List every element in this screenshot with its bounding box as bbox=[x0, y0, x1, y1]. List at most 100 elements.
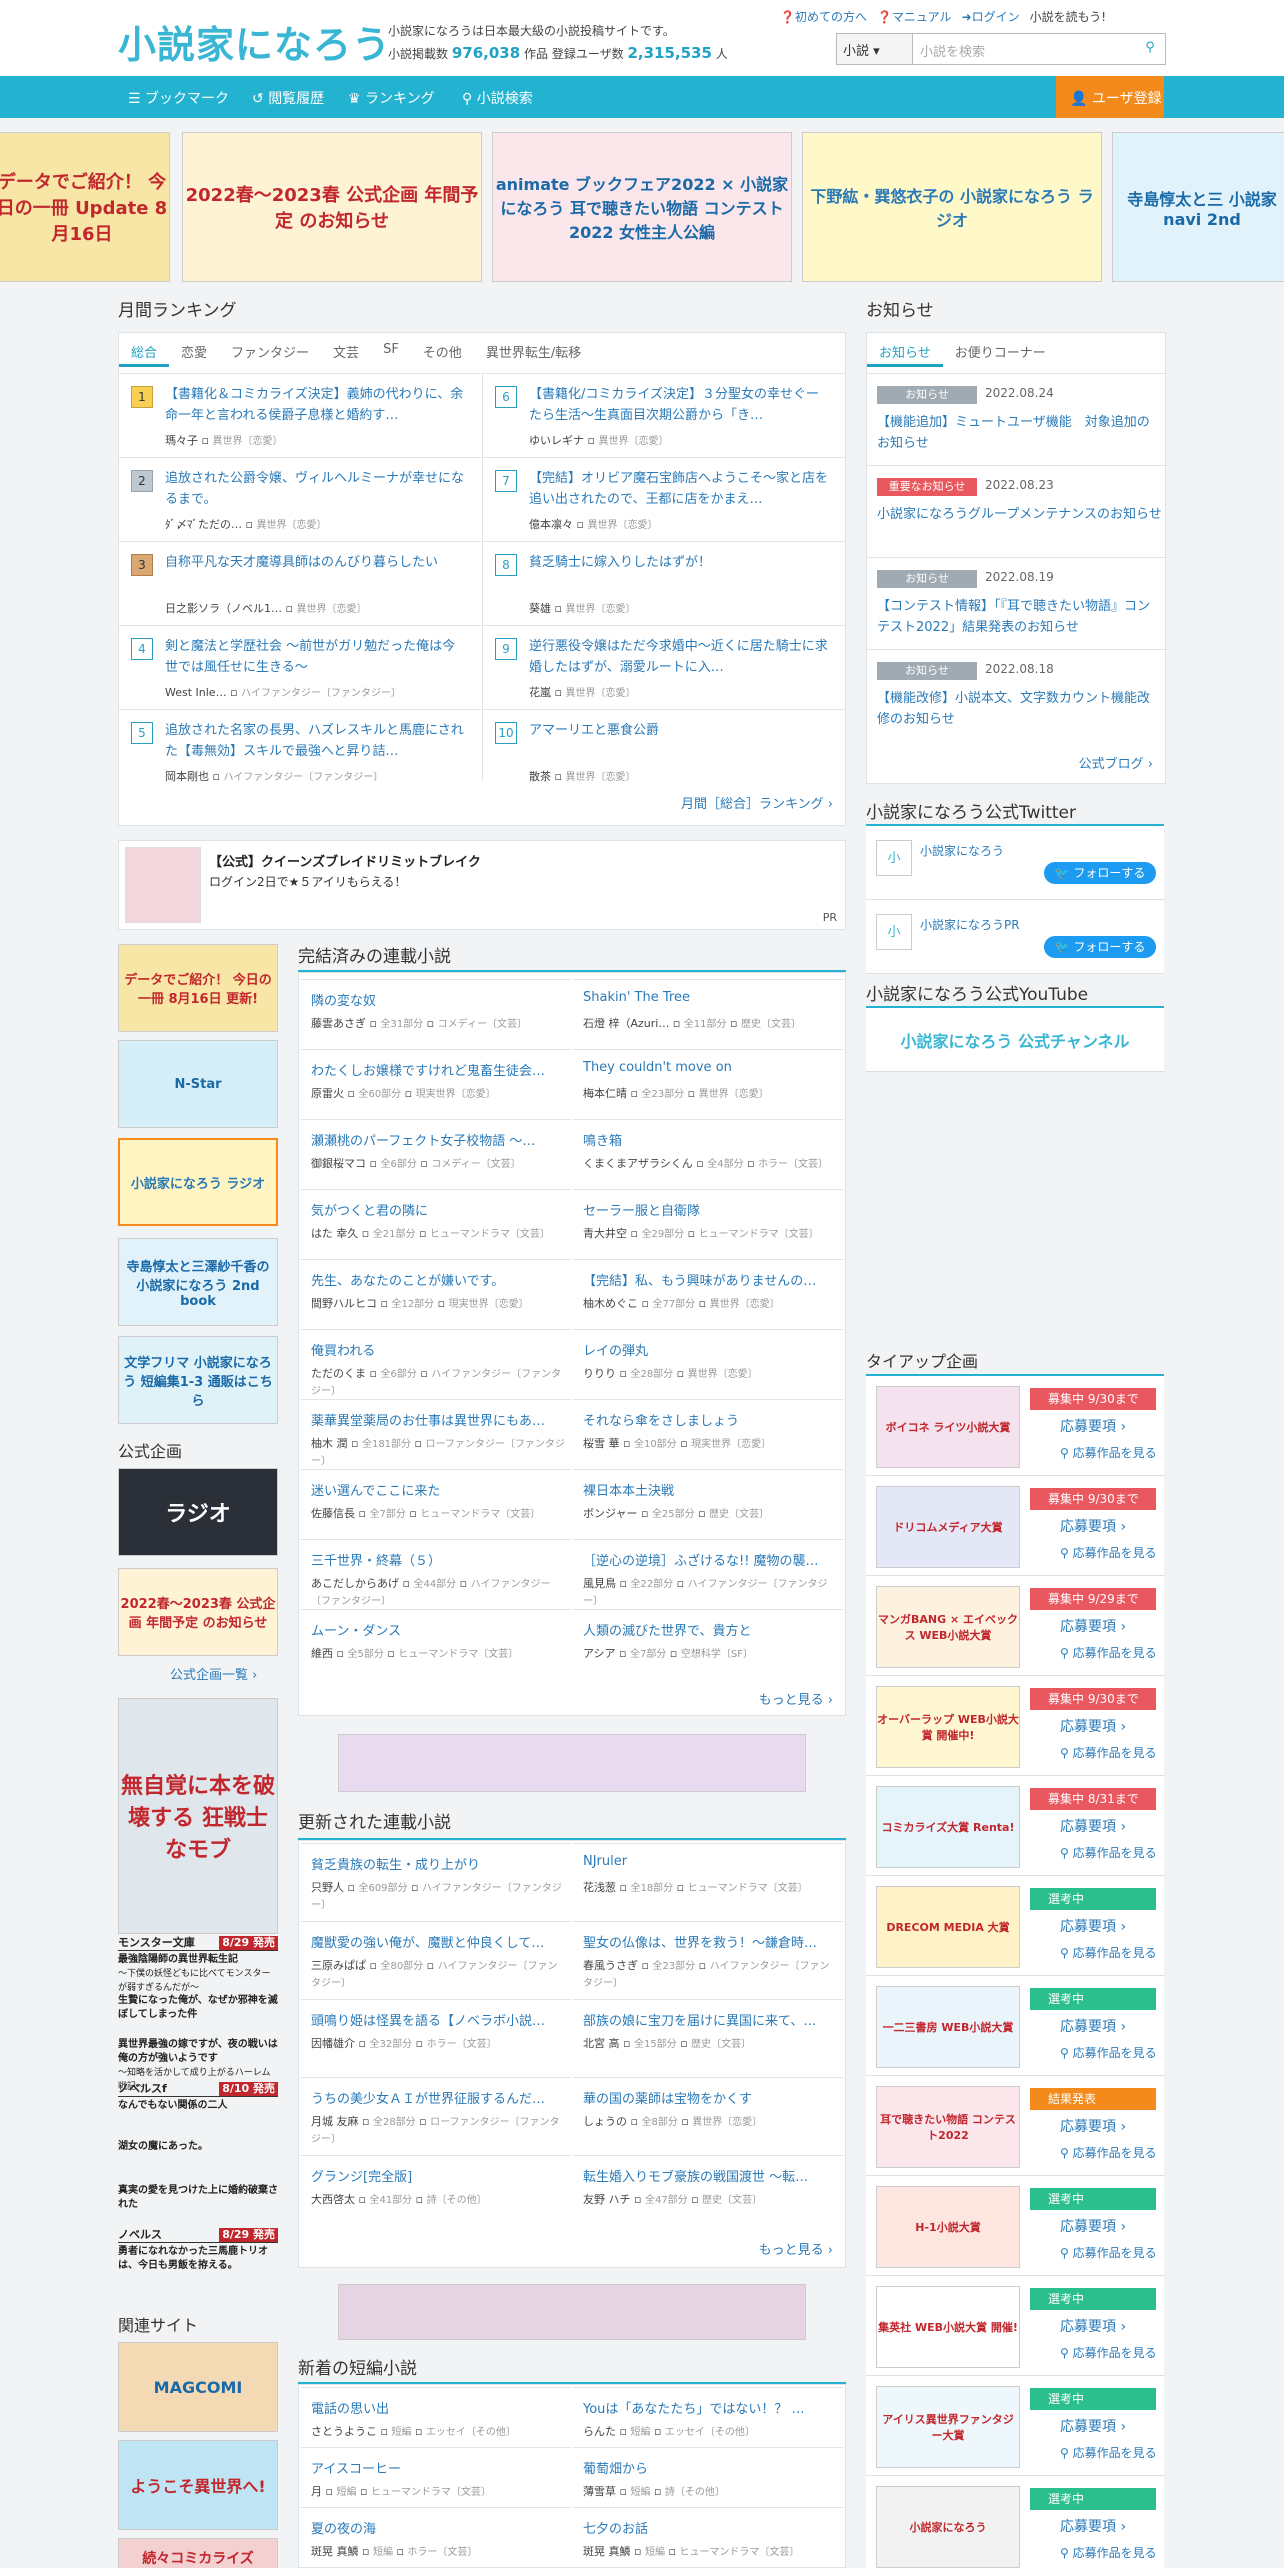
novel-title[interactable]: 魔獣愛の強い俺が、魔獣と仲良くして… bbox=[311, 1932, 567, 1951]
novel-author[interactable]: 因幡雄介 bbox=[311, 2037, 355, 2050]
novel-author[interactable]: 間野ハルヒコ bbox=[311, 1297, 377, 1310]
novel-list-item[interactable]: 瀬瀬桃のパーフェクト女子校物語 〜… 御銀桜マコ ▫ 全6部分 ▫ コメディー〔文… bbox=[301, 1119, 571, 1189]
manual-link[interactable]: ❓マニュアル bbox=[877, 8, 952, 25]
novel-title[interactable]: 【完結】私、もう興味がありませんの… bbox=[583, 1270, 839, 1289]
side-banner-nstar[interactable]: N-Star bbox=[118, 1040, 278, 1128]
news-title[interactable]: 【コンテスト情報】「『耳で聴きたい物語』コンテスト2022」結果発表のお知らせ bbox=[877, 596, 1162, 638]
novel-title[interactable]: 隣の変な奴 bbox=[311, 990, 567, 1009]
novel-list-item[interactable]: They couldn't move on 梅本仁晴 ▫ 全23部分 ▫ 異世界〔… bbox=[573, 1049, 843, 1119]
novel-list-item[interactable]: 聖女の仏像は、世界を救う！〜鎌倉時… 春風うさぎ ▫ 全23部分 ▫ ハイファンタ… bbox=[573, 1921, 843, 1999]
tieup-banner[interactable]: 一二三書房 WEB小説大賞 bbox=[876, 1986, 1020, 2068]
tieup-guidelines-link[interactable]: 応募要項 › bbox=[1060, 1716, 1126, 1736]
ranking-item-title[interactable]: 自称平凡な天才魔導具師はのんびり暮らしたい bbox=[165, 552, 465, 596]
novel-title[interactable]: 俺買われる bbox=[311, 1340, 567, 1359]
tab-mailbox[interactable]: お便りコーナー bbox=[943, 333, 1058, 367]
nav-ranking[interactable]: ♛ ランキング bbox=[348, 88, 435, 108]
related-magcomi[interactable]: MAGCOMI bbox=[118, 2342, 278, 2432]
tieup-entries-link[interactable]: ⚲ 応募作品を見る bbox=[1060, 2144, 1157, 2161]
novel-title[interactable]: ムーン・ダンス bbox=[311, 1620, 567, 1639]
tieup-guidelines-link[interactable]: 応募要項 › bbox=[1060, 1816, 1126, 1836]
novel-list-item[interactable]: 頭鳴り姫は怪異を語る【ノベラボ小説… 因幡雄介 ▫ 全32部分 ▫ ホラー〔文芸〕 bbox=[301, 1999, 571, 2077]
news-item[interactable]: お知らせ 2022.08.19 【コンテスト情報】「『耳で聴きたい物語』コンテスト2… bbox=[867, 557, 1167, 649]
novel-list-item[interactable]: アイスコーヒー月 ▫ 短編 ▫ ヒューマンドラマ〔文芸〕 bbox=[301, 2447, 571, 2507]
ranking-item-title[interactable]: 剣と魔法と学歴社会 〜前世がガリ勉だった俺は今世では風任せに生きる〜 bbox=[165, 636, 465, 680]
banner-today-book[interactable]: データでご紹介！ 今日の一冊 Update 8月16日 bbox=[0, 132, 170, 282]
tieup-entries-link[interactable]: ⚲ 応募作品を見る bbox=[1060, 1744, 1157, 1761]
tieup-banner[interactable]: マンガBANG × エイベックス WEB小説大賞 bbox=[876, 1586, 1020, 1668]
ranking-item-author[interactable]: 花嵐 bbox=[529, 686, 551, 699]
novel-list-item[interactable]: 魔獣愛の強い俺が、魔獣と仲良くして… 三原みぱぱ ▫ 全80部分 ▫ ハイファンタ… bbox=[301, 1921, 571, 1999]
ranking-item-title[interactable]: 追放された公爵令嬢、ヴィルヘルミーナが幸せになるまで。 bbox=[165, 468, 465, 512]
novel-list-item[interactable]: セーラー服と自衛隊 青大井空 ▫ 全29部分 ▫ ヒューマンドラマ〔文芸〕 bbox=[573, 1189, 843, 1259]
search-input[interactable]: 小説を検索 bbox=[913, 34, 1135, 64]
tieup-banner[interactable]: 小説家になろう bbox=[876, 2486, 1020, 2568]
tieup-banner[interactable]: コミカライズ大賞 Renta! bbox=[876, 1786, 1020, 1868]
novel-list-item[interactable]: NJruler 花浅葱 ▫ 全18部分 ▫ ヒューマンドラマ〔文芸〕 bbox=[573, 1843, 843, 1921]
novel-title[interactable]: 頭鳴り姫は怪異を語る【ノベラボ小説… bbox=[311, 2010, 567, 2029]
ranking-item-author[interactable]: 瑪々子 bbox=[165, 434, 198, 447]
ranking-item-title[interactable]: 【書籍化/コミカライズ決定】３分聖女の幸せぐーたら生活〜生真面目次期公爵から「き… bbox=[529, 384, 829, 428]
book-list-item[interactable]: 生贄になった俺が、なぜか邪神を滅ぼしてしまった件 bbox=[118, 1994, 278, 2022]
related-comicalize[interactable]: 続々コミカライズ bbox=[118, 2538, 278, 2568]
novel-author[interactable]: 佐藤信長 bbox=[311, 1507, 355, 1520]
ranking-item-title[interactable]: 逆行悪役令嬢はただ今求婚中〜近くに居た騎士に求婚したはずが、溺愛ルートに入… bbox=[529, 636, 829, 680]
ranking-item[interactable]: 9 逆行悪役令嬢はただ今求婚中〜近くに居た騎士に求婚したはずが、溺愛ルートに入… 花… bbox=[483, 625, 845, 709]
novel-author[interactable]: 春風うさぎ bbox=[583, 1959, 638, 1972]
ranking-item-title[interactable]: 【完結】オリビア魔石宝飾店へようこそ〜家と店を追い出されたので、王都に店をかまえ… bbox=[529, 468, 829, 512]
ranking-item-author[interactable]: 日之影ソラ（ノベル1… bbox=[165, 602, 282, 615]
banner-annual-plan[interactable]: 2022春〜2023春 公式企画 年間予定 のお知らせ bbox=[182, 132, 482, 282]
tieup-guidelines-link[interactable]: 応募要項 › bbox=[1060, 2116, 1126, 2136]
novel-title[interactable]: グランジ[完全版] bbox=[311, 2166, 567, 2185]
ranking-item[interactable]: 2 追放された公爵令嬢、ヴィルヘルミーナが幸せになるまで。 ﾀﾞ〆ﾏﾞただの… ▫ … bbox=[119, 457, 481, 541]
tieup-guidelines-link[interactable]: 応募要項 › bbox=[1060, 2016, 1126, 2036]
tieup-entries-link[interactable]: ⚲ 応募作品を見る bbox=[1060, 1944, 1157, 1961]
tieup-guidelines-link[interactable]: 応募要項 › bbox=[1060, 2416, 1126, 2436]
novel-author[interactable]: 薄雪草 bbox=[583, 2485, 616, 2498]
ranking-item[interactable]: 8 貧乏騎士に嫁入りしたはずが！ 葵雄 ▫ 異世界〔恋愛〕 bbox=[483, 541, 845, 625]
ranking-item-title[interactable]: 追放された名家の長男、ハズレスキルと馬鹿にされた【毒無効】スキルで最強へと昇り詰… bbox=[165, 720, 465, 764]
tieup-banner[interactable]: オーバーラップ WEB小説大賞 開催中! bbox=[876, 1686, 1020, 1768]
side-banner-bunfree[interactable]: 文学フリマ 小説家になろう 短編集1-3 通販はこちら bbox=[118, 1336, 278, 1424]
novel-title[interactable]: セーラー服と自衛隊 bbox=[583, 1200, 839, 1219]
novel-title[interactable]: 七夕のお話 bbox=[583, 2518, 839, 2537]
novel-author[interactable]: さとうようこ bbox=[311, 2425, 377, 2438]
twitter-account-name[interactable]: 小説家になろう bbox=[920, 842, 1004, 859]
novel-list-item[interactable]: 夏の夜の海 斑晃 真鱗 ▫ 短編 ▫ ホラー〔文芸〕 bbox=[301, 2507, 571, 2567]
novel-author[interactable]: アシア bbox=[583, 1647, 616, 1660]
tieup-guidelines-link[interactable]: 応募要項 › bbox=[1060, 2316, 1126, 2336]
novel-author[interactable]: 月城 友麻 bbox=[311, 2115, 359, 2128]
novel-list-item[interactable]: Youは「あなたたち」ではない！？ … らんた ▫ 短編 ▫ エッセイ〔その他〕 bbox=[573, 2387, 843, 2447]
novel-author[interactable]: 風見鳥 bbox=[583, 1577, 616, 1590]
novel-author[interactable]: くまくまアザラシくん bbox=[583, 1157, 693, 1170]
novel-author[interactable]: ただのくま bbox=[311, 1367, 366, 1380]
tieup-banner[interactable]: ボイコネ ライツ小説大賞 bbox=[876, 1386, 1020, 1468]
ranking-item[interactable]: 6 【書籍化/コミカライズ決定】３分聖女の幸せぐーたら生活〜生真面目次期公爵から「… bbox=[483, 373, 845, 457]
novel-title[interactable]: 華の国の薬師は宝物をかくす bbox=[583, 2088, 839, 2107]
tieup-guidelines-link[interactable]: 応募要項 › bbox=[1060, 1416, 1126, 1436]
novel-title[interactable]: 迷い選んでここに来た bbox=[311, 1480, 567, 1499]
novel-author[interactable]: はた 幸久 bbox=[311, 1227, 358, 1240]
novel-author[interactable]: 青大井空 bbox=[583, 1227, 627, 1240]
read-site-link[interactable]: 小説を読もう! bbox=[1030, 8, 1106, 25]
novel-title[interactable]: わたくしお嬢様ですけれど鬼畜生徒会… bbox=[311, 1060, 567, 1079]
ranking-item-author[interactable]: 散茶 bbox=[529, 770, 551, 783]
novel-title[interactable]: NJruler bbox=[583, 1854, 839, 1869]
novel-author[interactable]: 花浅葱 bbox=[583, 1881, 616, 1894]
novel-title[interactable]: ［逆心の逆境］ふざけるな!! 魔物の襲… bbox=[583, 1550, 839, 1569]
novel-list-item[interactable]: 【完結】私、もう興味がありませんの… 柚木めぐこ ▫ 全77部分 ▫ 異世界〔恋愛… bbox=[573, 1259, 843, 1329]
novel-title[interactable]: レイの弾丸 bbox=[583, 1340, 839, 1359]
book-list-item[interactable]: 真実の愛を見つけた上に婚約破棄された bbox=[118, 2184, 278, 2212]
tieup-guidelines-link[interactable]: 応募要項 › bbox=[1060, 2216, 1126, 2236]
novel-title[interactable]: 三千世界・終幕（５） bbox=[311, 1550, 567, 1569]
novel-list-item[interactable]: わたくしお嬢様ですけれど鬼畜生徒会… 原雷火 ▫ 全60部分 ▫ 現実世界〔恋愛〕 bbox=[301, 1049, 571, 1119]
news-title[interactable]: 【機能追加】ミュートユーザ機能 対象追加のお知らせ bbox=[877, 412, 1162, 454]
novel-author[interactable]: 梅本仁晴 bbox=[583, 1087, 627, 1100]
novel-title[interactable]: 人類の滅びた世界で、貴方と bbox=[583, 1620, 839, 1639]
tieup-entries-link[interactable]: ⚲ 応募作品を見る bbox=[1060, 2544, 1157, 2561]
novel-title[interactable]: 裸日本本土決戦 bbox=[583, 1480, 839, 1499]
novel-title[interactable]: Youは「あなたたち」ではない！？ … bbox=[583, 2398, 839, 2417]
book-list-item[interactable]: ノベルスf 8/10 発売 なんでもない関係の二人 bbox=[118, 2082, 278, 2113]
novel-list-item[interactable]: 裸日本本土決戦 ボンジャー ▫ 全25部分 ▫ 歴史〔文芸〕 bbox=[573, 1469, 843, 1539]
novel-author[interactable]: 三原みぱぱ bbox=[311, 1959, 366, 1972]
tab-romance[interactable]: 恋愛 bbox=[169, 333, 219, 367]
